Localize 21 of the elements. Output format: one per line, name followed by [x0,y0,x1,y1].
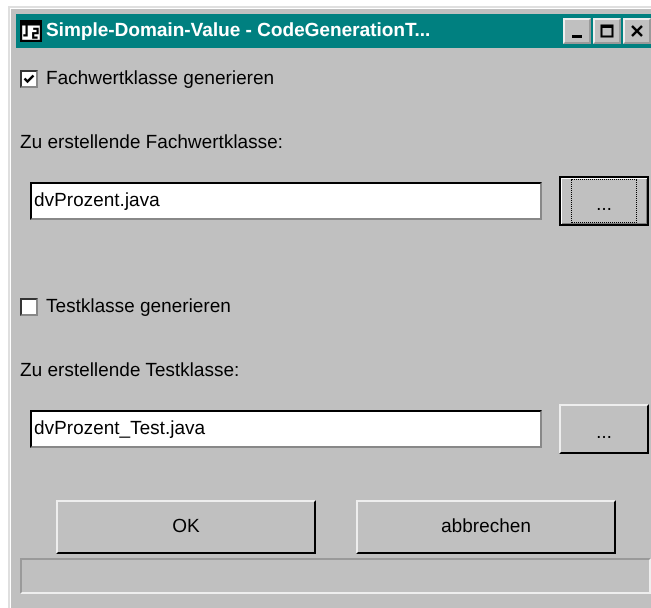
app-icon [20,20,42,42]
close-button[interactable] [623,18,651,44]
minimize-button[interactable] [563,18,591,44]
file-name-field[interactable]: dvProzent.java [30,182,542,220]
close-icon [630,24,644,38]
checkbox[interactable] [20,298,38,316]
field-label: Zu erstellende Testklasse: [20,360,240,382]
field-label: Zu erstellende Fachwertklasse: [20,132,284,154]
maximize-icon [600,24,614,38]
browse-button[interactable]: ... [559,176,649,226]
checkbox[interactable] [20,70,38,88]
checkmark-icon [23,73,35,85]
file-name-field[interactable]: dvProzent_Test.java [30,410,542,448]
checkbox-label[interactable]: Fachwertklasse generieren [46,68,274,90]
window-title: Simple-Domain-Value - CodeGenerationT... [46,20,432,42]
maximize-button[interactable] [593,18,621,44]
ok-button[interactable]: OK [56,500,316,554]
checkbox-label[interactable]: Testklasse generieren [46,296,231,318]
browse-button[interactable]: ... [559,404,649,454]
cancel-button[interactable]: abbrechen [356,500,616,554]
minimize-icon [572,34,582,38]
